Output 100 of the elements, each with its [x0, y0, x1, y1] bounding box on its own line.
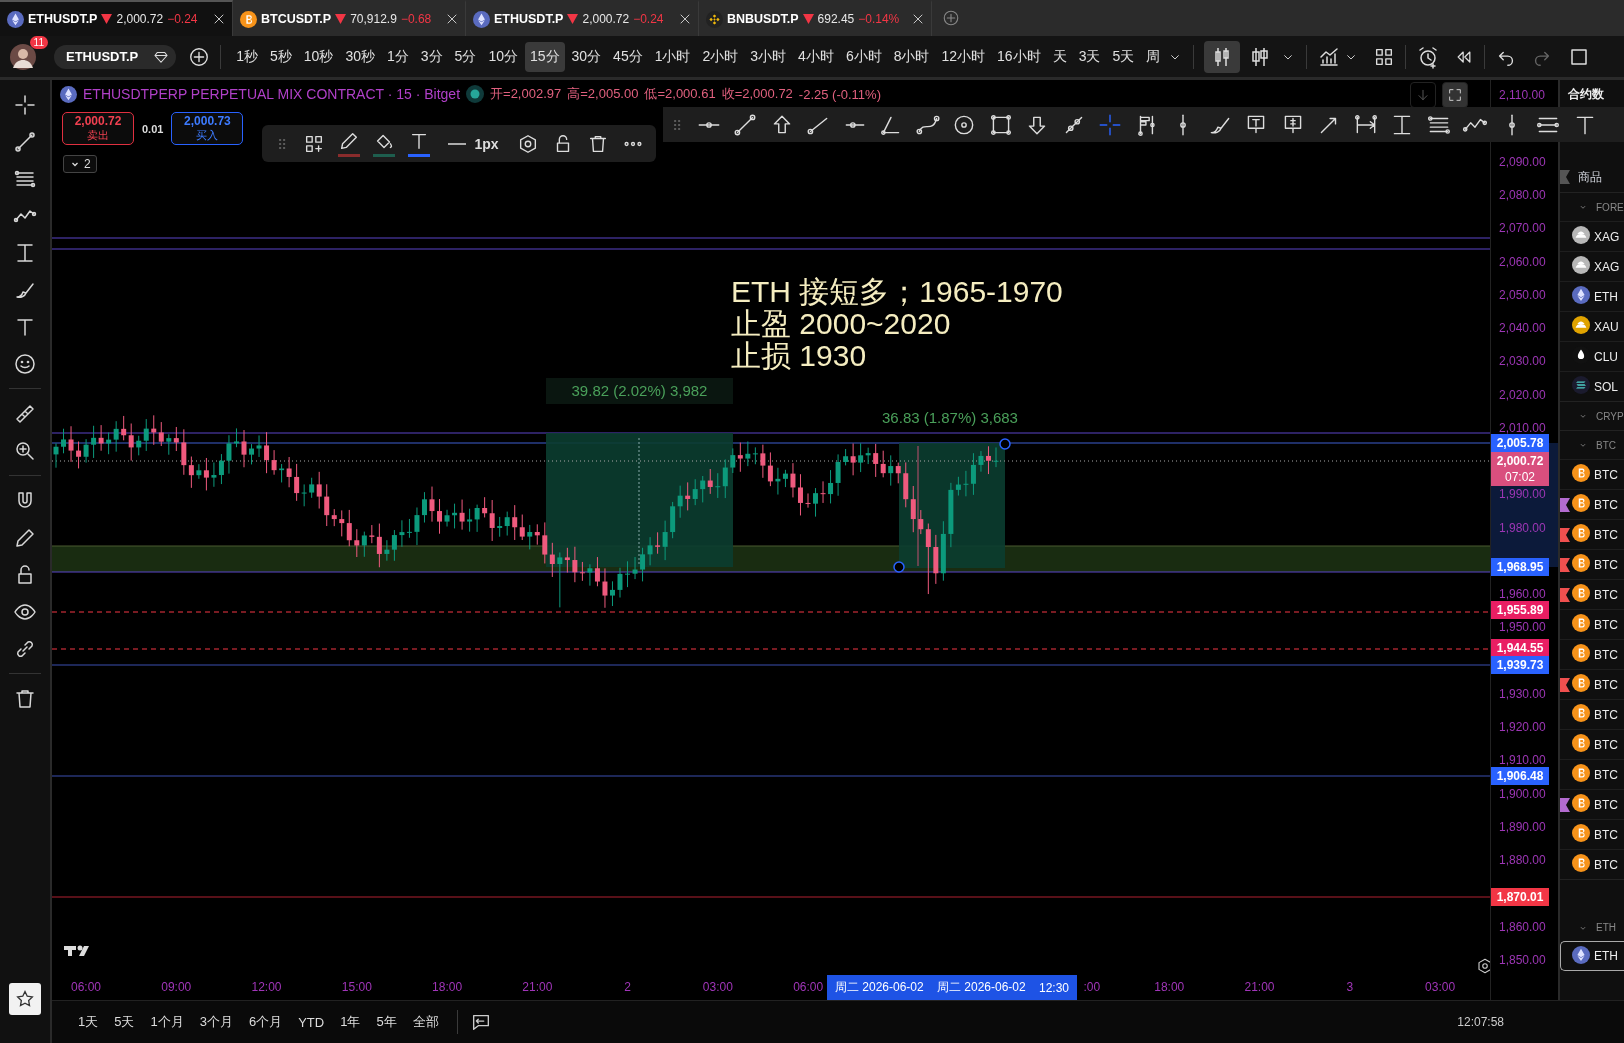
time-tick: :00	[1083, 980, 1101, 994]
watchlist-item[interactable]: BTC	[1560, 699, 1624, 729]
watchlist-item[interactable]: ETH	[1560, 941, 1624, 971]
timeframe-button[interactable]: 3天	[1073, 41, 1106, 72]
watchlist-item[interactable]: XAG	[1560, 221, 1624, 251]
range-button[interactable]: YTD	[292, 1010, 331, 1034]
price-tick: 2,080.00	[1499, 187, 1546, 204]
price-tick: 1,920.00	[1499, 719, 1546, 736]
range-button[interactable]: 1个月	[144, 1009, 190, 1035]
tab-change: −0.24	[167, 12, 198, 26]
time-tick: 06:00	[793, 980, 824, 994]
timeframe-button[interactable]: 5秒	[265, 41, 297, 72]
timeframe-button[interactable]: 8小时	[888, 41, 935, 72]
price-tick: 1,950.00	[1499, 619, 1546, 636]
watchlist-item[interactable]: BTC	[1560, 849, 1624, 879]
price-tick: 2,090.00	[1499, 153, 1546, 170]
section-header[interactable]: ETH	[1560, 879, 1624, 941]
range-button[interactable]: 3个月	[193, 1009, 239, 1035]
range-button[interactable]: 6个月	[242, 1009, 289, 1035]
section-header[interactable]: CRYP	[1560, 401, 1624, 430]
timeframe-button[interactable]: 30秒	[340, 41, 380, 72]
chart-title: ETHUSDTPERP PERPETUAL MIX CONTRACT · 15 · Bitget	[83, 86, 461, 102]
time-tick: 15:00	[341, 980, 372, 994]
time-tick: 12:00	[251, 980, 282, 994]
watchlist-item[interactable]: XAG	[1560, 251, 1624, 281]
timeframe-button[interactable]: 3分	[415, 41, 448, 72]
watchlist-item[interactable]: BTC	[1560, 819, 1624, 849]
timeframe-button[interactable]: 天	[1047, 41, 1072, 72]
watchlist-item[interactable]: BTC	[1560, 789, 1624, 819]
watchlist-item[interactable]: BTC	[1560, 609, 1624, 639]
timeframe-button[interactable]: 周	[1141, 41, 1166, 72]
timeframe-button[interactable]: 12小时	[936, 41, 991, 72]
timeframe-button[interactable]: 1秒	[231, 41, 264, 72]
timeframe-button[interactable]: 10分	[483, 41, 523, 72]
price-tag: 2,000.72 07:02	[1491, 452, 1549, 486]
time-tick: 09:00	[161, 980, 192, 994]
timeframe-button[interactable]: 3小时	[745, 41, 792, 72]
watchlist-item[interactable]: CLU	[1560, 341, 1624, 371]
time-tick: 18:00	[432, 980, 463, 994]
tab-symbol: BTCUSDT.P	[261, 12, 332, 26]
watchlist-item[interactable]: XAU	[1560, 311, 1624, 341]
price-tick: 2,110.00	[1499, 87, 1545, 104]
watchlist-item[interactable]: BTC	[1560, 549, 1624, 579]
price-tick: 1,890.00	[1499, 818, 1546, 835]
watchlist-item[interactable]: ETH	[1560, 281, 1624, 311]
timeframe-button[interactable]: 15分	[524, 41, 565, 72]
watchlist-item[interactable]: BTC	[1560, 519, 1624, 549]
symbol-tab[interactable]: ETHUSDT.P 2,000.72 −0.24	[0, 0, 233, 36]
timeframe-button[interactable]: 5分	[449, 41, 482, 72]
section-header[interactable]: FORE	[1560, 192, 1624, 221]
price-tick: 1,900.00	[1499, 785, 1546, 802]
watchlist-item[interactable]: BTC	[1560, 489, 1624, 519]
tab-symbol: ETHUSDT.P	[494, 12, 564, 26]
range-button[interactable]: 1年	[334, 1009, 367, 1035]
price-tag: 1,968.95	[1491, 558, 1549, 576]
timeframe-button[interactable]: 1分	[382, 41, 414, 72]
section-header[interactable]: BTC	[1560, 430, 1624, 459]
watchlist-item[interactable]: BTC	[1560, 639, 1624, 669]
timeframe-button[interactable]: 5天	[1107, 41, 1140, 72]
timeframe-button[interactable]: 6小时	[840, 41, 887, 72]
range-button[interactable]: 5年	[370, 1009, 403, 1035]
indicators-toggle[interactable]: 2	[63, 155, 97, 173]
watchlist-item[interactable]: BTC	[1560, 759, 1624, 789]
time-tick: 06:00	[71, 980, 101, 994]
cursor-time: 周二 2026-06-02	[835, 979, 924, 996]
watchlist-item[interactable]: BTC	[1560, 459, 1624, 489]
price-tag: 1,944.55	[1491, 639, 1549, 657]
price-tick: 2,030.00	[1499, 353, 1546, 370]
price-tick: 2,060.00	[1499, 253, 1546, 270]
symbol-search[interactable]: ETHUSDT.P	[54, 44, 177, 69]
price-tick: 2,050.00	[1499, 286, 1546, 303]
tab-symbol: ETHUSDT.P	[28, 12, 98, 26]
timeframe-button[interactable]: 1小时	[649, 41, 696, 72]
range-button[interactable]: 1天	[72, 1009, 105, 1035]
time-tick: 18:00	[1154, 980, 1185, 994]
watchlist-item[interactable]: BTC	[1560, 579, 1624, 609]
watchlist-item[interactable]: BTC	[1560, 729, 1624, 759]
note-line: 止损 1930	[731, 340, 868, 372]
ohlc-value: 收=2,000.72	[721, 85, 793, 103]
time-tick: 03:00	[1425, 980, 1456, 994]
sell-button[interactable]: 2,000.72 卖出	[62, 112, 134, 145]
timeframe-button[interactable]: 45分	[608, 41, 648, 72]
range-button[interactable]: 5天	[108, 1009, 141, 1035]
tab-price: 2,000.72	[582, 12, 630, 26]
price-tick: 2,010.00	[1499, 419, 1546, 436]
tab-symbol: BNBUSDT.P	[727, 12, 799, 26]
line-width-button[interactable]: 1px	[442, 134, 505, 153]
price-tick: 2,040.00	[1499, 320, 1546, 337]
watchlist-item[interactable]: BTC	[1560, 669, 1624, 699]
timeframe-button[interactable]: 16小时	[992, 41, 1046, 72]
buy-button[interactable]: 2,000.73 买入	[171, 112, 244, 145]
watchlist-item[interactable]: SOL	[1560, 371, 1624, 401]
cursor-time: 12:30	[1038, 980, 1069, 995]
timeframe-button[interactable]: 30分	[566, 41, 607, 72]
timeframe-button[interactable]: 10秒	[298, 41, 339, 72]
timeframe-button[interactable]: 4小时	[793, 41, 839, 72]
ohlc-value: -2.25 (-0.11%)	[798, 86, 881, 102]
range-button[interactable]: 全部	[406, 1009, 445, 1035]
timeframe-button[interactable]: 2小时	[697, 41, 744, 72]
price-tick: 1,960.00	[1499, 586, 1546, 603]
